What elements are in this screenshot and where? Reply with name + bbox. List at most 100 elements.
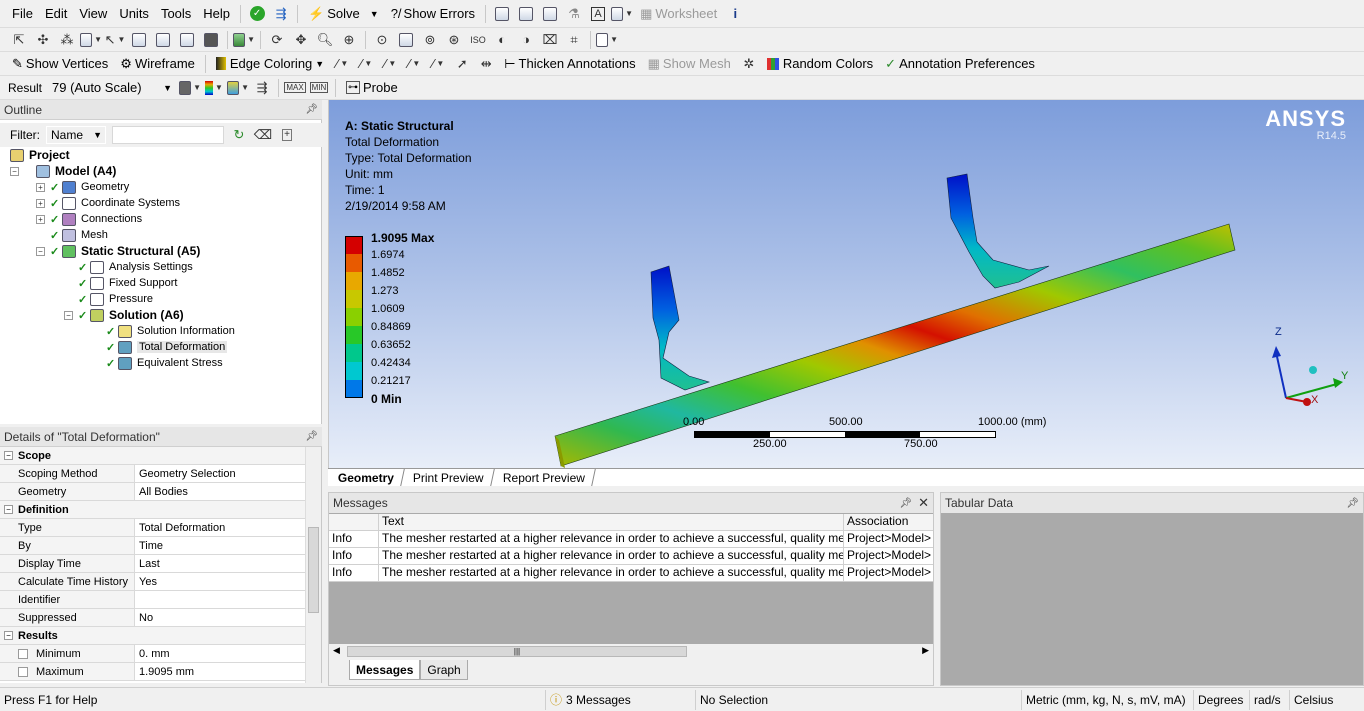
- zoom-fit-icon[interactable]: [395, 30, 417, 50]
- show-vertices-button[interactable]: ✎ Show Vertices: [0, 53, 114, 75]
- pin-icon[interactable]: 📌︎: [899, 498, 912, 509]
- collapse-toggle[interactable]: −: [64, 311, 73, 320]
- tree-update-icon[interactable]: ⇶: [270, 4, 292, 24]
- edge-coloring-button[interactable]: Edge Coloring ▼: [210, 53, 330, 75]
- select-mode-icon[interactable]: ▼: [80, 30, 102, 50]
- table-row[interactable]: Info The mesher restarted at a higher re…: [329, 548, 933, 565]
- annotation-preferences-button[interactable]: ✓ Annotation Preferences: [879, 53, 1041, 75]
- detail-value[interactable]: All Bodies: [135, 483, 305, 500]
- min-icon[interactable]: MIN: [308, 78, 330, 98]
- detail-row[interactable]: Scoping Method Geometry Selection: [0, 465, 305, 483]
- xyz-icon[interactable]: ⁂: [56, 30, 78, 50]
- tree-node-geometry[interactable]: Geometry: [62, 179, 129, 195]
- iso-view-icon[interactable]: ISO: [467, 30, 489, 50]
- status-angle-unit[interactable]: Degrees: [1194, 689, 1250, 710]
- expand-all-icon[interactable]: +: [276, 125, 298, 145]
- check-icon[interactable]: ✓: [246, 4, 268, 24]
- detail-value[interactable]: Geometry Selection: [135, 465, 305, 482]
- parameter-checkbox[interactable]: [18, 648, 28, 659]
- direction-icon[interactable]: ➚: [451, 54, 473, 74]
- rotate-icon[interactable]: ⟳: [266, 30, 288, 50]
- detail-row[interactable]: Calculate Time History Yes: [0, 573, 305, 591]
- edge-style-1-icon[interactable]: ⁄ ▼: [331, 54, 353, 74]
- detail-value[interactable]: No: [135, 609, 305, 626]
- tree-node-coordinate-systems[interactable]: Coordinate Systems: [62, 195, 180, 211]
- collapse-toggle[interactable]: −: [4, 631, 13, 640]
- parameter-checkbox[interactable]: [18, 666, 28, 677]
- status-messages[interactable]: ⓘ 3 Messages: [546, 689, 696, 710]
- chart-icon[interactable]: [539, 4, 561, 24]
- detail-value[interactable]: [135, 591, 305, 608]
- status-units[interactable]: Metric (mm, kg, N, s, mV, mA): [1022, 689, 1194, 710]
- thicken-annotations-button[interactable]: ⊢ Thicken Annotations: [498, 53, 641, 75]
- menu-view[interactable]: View: [73, 3, 113, 25]
- edge-display-icon[interactable]: ▼: [227, 78, 249, 98]
- tree-node-total-deformation[interactable]: Total Deformation: [118, 339, 228, 355]
- expand-toggle[interactable]: +: [36, 215, 45, 224]
- tab-print-preview[interactable]: Print Preview: [403, 469, 495, 486]
- model-render[interactable]: [329, 100, 1364, 468]
- worksheet-button[interactable]: ▦ Worksheet: [634, 3, 723, 25]
- probe-button[interactable]: ⊶ Probe: [340, 77, 404, 99]
- chevron-down-icon[interactable]: ▼: [315, 59, 324, 69]
- pan-icon[interactable]: ✥: [290, 30, 312, 50]
- scroll-right-icon[interactable]: ▶: [922, 645, 929, 656]
- column-header[interactable]: Text: [379, 514, 844, 530]
- tree-node-project[interactable]: Project: [10, 147, 70, 163]
- detail-row[interactable]: By Time: [0, 537, 305, 555]
- max-icon[interactable]: MAX: [284, 78, 306, 98]
- expand-toggle[interactable]: +: [36, 199, 45, 208]
- filter-input[interactable]: [112, 126, 224, 144]
- column-header[interactable]: Association: [844, 514, 933, 530]
- show-errors-button[interactable]: ?/Show Errors: [385, 3, 481, 25]
- cursor-icon[interactable]: ↖ ▼: [104, 30, 126, 50]
- tree-node-equivalent-stress[interactable]: Equivalent Stress: [118, 355, 223, 371]
- close-icon[interactable]: ✕: [918, 495, 929, 511]
- wireframe-button[interactable]: ⚙ Wireframe: [114, 53, 201, 75]
- table-row[interactable]: Info The mesher restarted at a higher re…: [329, 565, 933, 582]
- menu-file[interactable]: File: [0, 3, 39, 25]
- tree-node-solution-information[interactable]: Solution Information: [118, 323, 235, 339]
- category-definition[interactable]: − Definition: [0, 501, 305, 519]
- tree-node-analysis-settings[interactable]: Analysis Settings: [90, 259, 193, 275]
- detail-row[interactable]: Geometry All Bodies: [0, 483, 305, 501]
- detail-value[interactable]: Last: [135, 555, 305, 572]
- detail-row[interactable]: Type Total Deformation: [0, 519, 305, 537]
- zoom-icon[interactable]: 🔍︎: [314, 30, 336, 50]
- pointer-icon[interactable]: ⇱: [8, 30, 30, 50]
- detail-value[interactable]: 0. mm: [135, 645, 305, 662]
- table-row[interactable]: Info The mesher restarted at a higher re…: [329, 531, 933, 548]
- collapse-toggle[interactable]: −: [4, 505, 13, 514]
- label-icon[interactable]: ⌧: [539, 30, 561, 50]
- tree-node-mesh[interactable]: Mesh: [62, 227, 108, 243]
- tab-messages[interactable]: Messages: [349, 660, 421, 680]
- abc-icon[interactable]: [515, 4, 537, 24]
- tree-node-connections[interactable]: Connections: [62, 211, 142, 227]
- pin-icon[interactable]: ✣: [32, 30, 54, 50]
- column-header[interactable]: [329, 514, 379, 530]
- edge-style-2-icon[interactable]: ⁄ ▼: [355, 54, 377, 74]
- menu-edit[interactable]: Edit: [39, 3, 73, 25]
- collapse-toggle[interactable]: −: [4, 451, 13, 460]
- tree-node-model[interactable]: Model (A4): [36, 163, 116, 179]
- explode-icon[interactable]: ✲: [738, 54, 760, 74]
- pin-icon[interactable]: 📌︎: [1346, 498, 1359, 509]
- menu-help[interactable]: Help: [197, 3, 236, 25]
- tab-geometry[interactable]: Geometry: [328, 469, 405, 486]
- scroll-thumb[interactable]: |||: [347, 646, 687, 657]
- tree-node-fixed-support[interactable]: Fixed Support: [90, 275, 177, 291]
- edge-style-4-icon[interactable]: ⁄ ▼: [403, 54, 425, 74]
- edge-style-5-icon[interactable]: ⁄ ▼: [427, 54, 449, 74]
- random-colors-button[interactable]: Random Colors: [761, 53, 879, 75]
- tab-graph[interactable]: Graph: [420, 660, 468, 680]
- geometry-display-icon[interactable]: ▼: [179, 78, 201, 98]
- contour-icon[interactable]: ▼: [203, 78, 225, 98]
- detail-value[interactable]: Yes: [135, 573, 305, 590]
- image-icon[interactable]: ▼: [611, 4, 633, 24]
- spacing-icon[interactable]: ⇹: [475, 54, 497, 74]
- chevron-down-icon[interactable]: ▼: [370, 9, 379, 19]
- select-face-icon[interactable]: [152, 30, 174, 50]
- magnifier-icon[interactable]: ⊛: [443, 30, 465, 50]
- grid-icon[interactable]: [491, 4, 513, 24]
- zoom-in-icon[interactable]: ⊕: [338, 30, 360, 50]
